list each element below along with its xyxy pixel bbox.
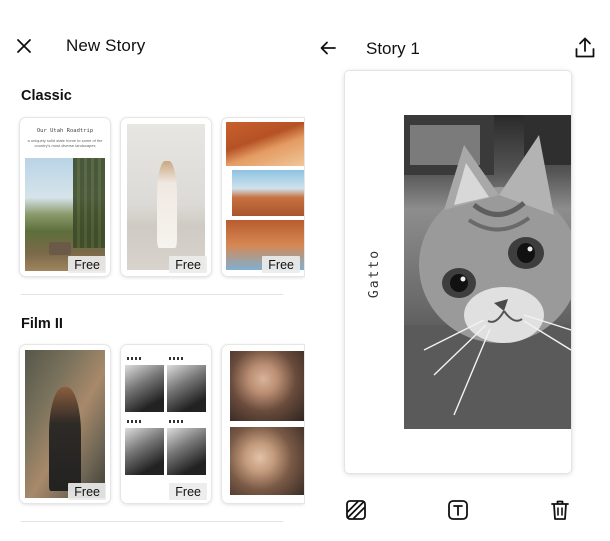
trash-icon xyxy=(551,500,569,520)
section-title-classic: Classic xyxy=(21,88,72,104)
free-badge: Free xyxy=(169,483,207,500)
template-photo xyxy=(232,170,304,216)
arrow-left-icon xyxy=(320,41,336,55)
text-tool-button[interactable] xyxy=(446,498,470,522)
template-card-canyon-collage[interactable]: Free xyxy=(222,118,304,276)
section-title-film-ii: Film II xyxy=(21,316,63,332)
story-title: Story 1 xyxy=(366,39,420,58)
template-card-road-trip[interactable]: Our Utah Roadtrip a uniquely solid state… xyxy=(20,118,110,276)
template-photo xyxy=(125,365,164,412)
template-inner-title: Our Utah Roadtrip xyxy=(36,128,94,134)
cat-illustration xyxy=(404,115,571,429)
template-card-woman-stool[interactable]: Free xyxy=(121,118,211,276)
free-badge: Free xyxy=(68,256,106,273)
template-photo xyxy=(167,365,206,412)
template-photo xyxy=(230,351,304,421)
close-icon xyxy=(17,39,31,53)
template-card-woman-tree[interactable]: Free xyxy=(20,345,110,503)
template-photo xyxy=(167,428,206,475)
template-photo xyxy=(25,158,105,271)
template-photo xyxy=(226,122,304,166)
template-photo xyxy=(25,350,105,498)
template-card-bw-grid[interactable]: Free xyxy=(121,345,211,503)
free-badge: Free xyxy=(262,256,300,273)
close-button[interactable] xyxy=(14,36,34,56)
delete-button[interactable] xyxy=(548,498,572,522)
story-text-label[interactable]: Gatto xyxy=(345,248,405,298)
back-button[interactable] xyxy=(318,38,338,58)
page-title: New Story xyxy=(66,36,146,55)
template-card-portraits[interactable] xyxy=(222,345,304,503)
template-inner-description: a uniquely solid state home to some of t… xyxy=(27,138,103,148)
template-photo xyxy=(125,428,164,475)
section-divider xyxy=(21,294,283,295)
free-badge: Free xyxy=(68,483,106,500)
free-badge: Free xyxy=(169,256,207,273)
background-pattern-icon xyxy=(346,500,366,520)
share-upload-icon xyxy=(575,37,595,58)
background-button[interactable] xyxy=(344,498,368,522)
text-tool-icon xyxy=(448,500,468,520)
section-divider xyxy=(21,521,283,522)
share-button[interactable] xyxy=(574,36,596,60)
template-photo xyxy=(127,124,205,270)
template-photo xyxy=(230,427,304,495)
new-story-panel: New Story Classic Our Utah Roadtrip a un… xyxy=(0,0,305,541)
cat-photo[interactable] xyxy=(404,115,571,429)
